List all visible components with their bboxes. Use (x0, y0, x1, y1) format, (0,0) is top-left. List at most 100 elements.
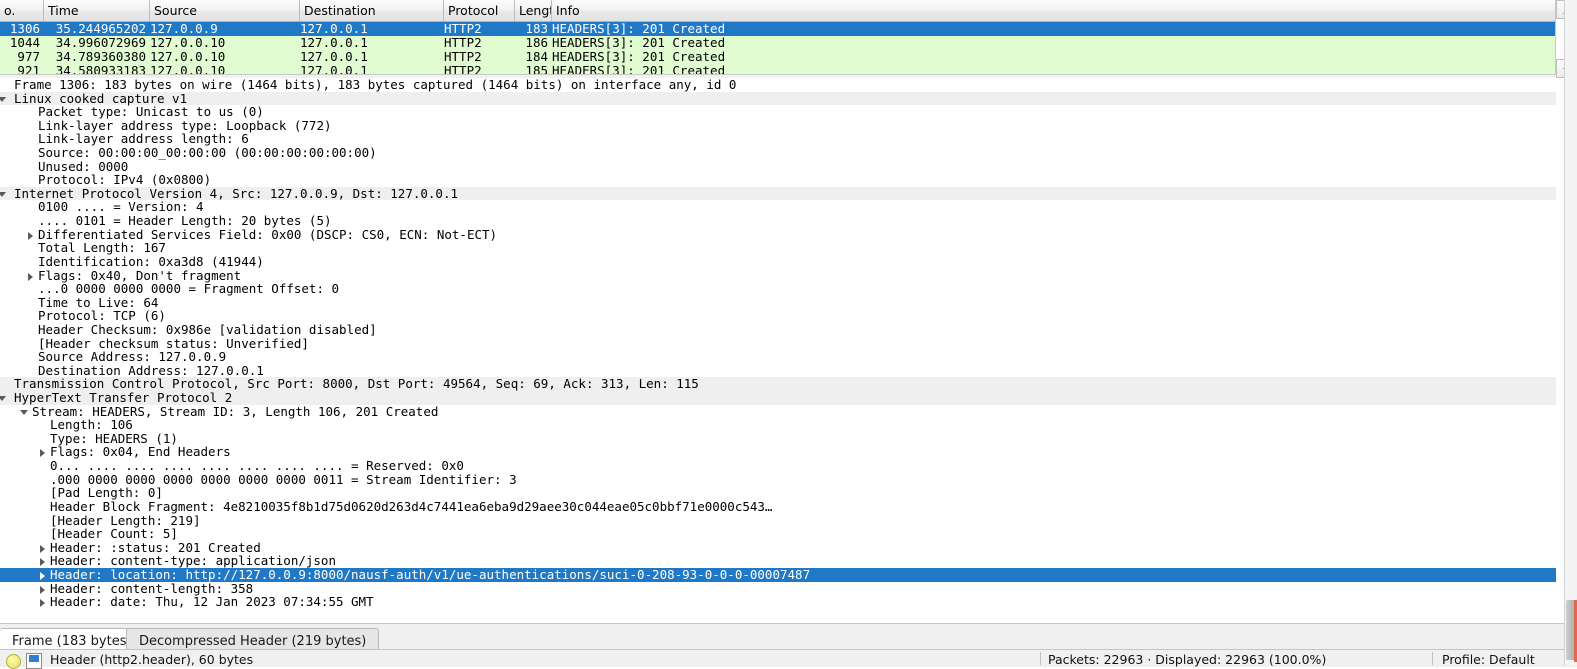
detail-tree-row[interactable]: Header: content-length: 358 (0, 581, 1556, 596)
detail-tree-row-label: .000 0000 0000 0000 0000 0000 0000 0011 … (50, 471, 517, 487)
detail-tree-row-label: Protocol: IPv4 (0x0800) (38, 172, 212, 188)
packet-bytes-tabbar[interactable]: Frame (183 bytes) Decompressed Header (2… (0, 623, 1577, 654)
detail-tree-row[interactable]: Type: HEADERS (1) (0, 432, 1556, 446)
detail-tree-row[interactable]: Source: 00:00:00_00:00:00 (00:00:00:00:0… (0, 146, 1556, 160)
detail-tree-row[interactable]: Destination Address: 127.0.0.1 (0, 364, 1556, 378)
detail-tree-row[interactable]: Header Block Fragment: 4e8210035f8b1d75d… (0, 500, 1556, 514)
detail-tree-row[interactable]: Identification: 0xa3d8 (41944) (0, 255, 1556, 269)
status-separator-2 (1432, 652, 1433, 665)
packet-cell-time: 34.789360380 (55, 50, 146, 64)
packet-cell-no: 1044 (9, 36, 40, 50)
detail-tree-row-label: 0... .... .... .... .... .... .... .... … (50, 458, 464, 474)
detail-tree-row[interactable]: [Header checksum status: Unverified] (0, 336, 1556, 351)
detail-tree-row[interactable]: 0100 .... = Version: 4 (0, 200, 1556, 214)
detail-tree-row[interactable]: Protocol: IPv4 (0x0800) (0, 173, 1556, 187)
expert-info-bulb-icon[interactable] (6, 654, 21, 669)
expand-triangle-icon[interactable] (24, 269, 38, 283)
detail-tree-row-label: [Pad Length: 0] (50, 485, 163, 501)
detail-tree-row[interactable]: Internet Protocol Version 4, Src: 127.0.… (0, 187, 1556, 201)
detail-tree-row[interactable]: Transmission Control Protocol, Src Port:… (0, 377, 1556, 392)
detail-tree-row[interactable]: Flags: 0x04, End Headers (0, 445, 1556, 459)
detail-tree-row[interactable]: Header: location: http://127.0.0.9:8000/… (0, 568, 1556, 582)
packet-cell-no: 1306 (9, 22, 40, 36)
detail-tree-row[interactable]: Differentiated Services Field: 0x00 (DSC… (0, 228, 1556, 242)
collapse-triangle-icon[interactable] (0, 391, 10, 405)
status-separator-1 (1040, 652, 1041, 665)
column-header-no[interactable]: o. (0, 0, 44, 21)
packet-cell-length: 183 (525, 22, 548, 36)
detail-tree-row[interactable]: Link-layer address length: 6 (0, 132, 1556, 146)
detail-tree-row[interactable]: [Pad Length: 0] (0, 486, 1556, 500)
packet-cell-info: HEADERS[3]: 201 Created (552, 36, 726, 50)
detail-tree-row-label: Header: date: Thu, 12 Jan 2023 07:34:55 … (50, 594, 374, 610)
column-header-time[interactable]: Time (44, 0, 150, 21)
detail-tree-row-label: .... 0101 = Header Length: 20 bytes (5) (38, 213, 332, 229)
expand-triangle-icon[interactable] (24, 228, 38, 242)
detail-tree-row[interactable]: Header: date: Thu, 12 Jan 2023 07:34:55 … (0, 595, 1556, 609)
detail-tree-row-label: Type: HEADERS (1) (50, 430, 178, 446)
column-header-info[interactable]: Info (552, 0, 1556, 21)
detail-tree-row-label: Frame 1306: 183 bytes on wire (1464 bits… (14, 78, 737, 92)
expand-triangle-icon[interactable] (36, 582, 50, 596)
detail-tree-row-label: Identification: 0xa3d8 (41944) (38, 253, 264, 269)
detail-tree-row[interactable]: Header: content-type: application/json (0, 554, 1556, 568)
detail-tree-row[interactable]: Linux cooked capture v1 (0, 91, 1556, 106)
detail-tree-row[interactable]: Header Checksum: 0x986e [validation disa… (0, 323, 1556, 337)
expand-triangle-icon[interactable] (36, 595, 50, 609)
column-header-source[interactable]: Source (150, 0, 300, 21)
detail-tree-row[interactable]: 0... .... .... .... .... .... .... .... … (0, 459, 1556, 473)
detail-tree-row[interactable]: .... 0101 = Header Length: 20 bytes (5) (0, 214, 1556, 228)
detail-tree-row[interactable]: Stream: HEADERS, Stream ID: 3, Length 10… (0, 404, 1556, 419)
detail-tree-row[interactable]: Flags: 0x40, Don't fragment (0, 267, 1556, 283)
status-profile-text[interactable]: Profile: Default (1442, 652, 1535, 667)
packet-details-pane[interactable]: Frame 1306: 183 bytes on wire (1464 bits… (0, 78, 1556, 623)
column-header-protocol[interactable]: Protocol (444, 0, 515, 21)
detail-tree-row[interactable]: Time to Live: 64 (0, 296, 1556, 310)
detail-tree-row[interactable]: .000 0000 0000 0000 0000 0000 0000 0011 … (0, 473, 1556, 487)
packet-list-column-header[interactable]: o. Time Source Destination Protocol Leng… (0, 0, 1556, 22)
expand-triangle-icon[interactable] (36, 554, 50, 568)
detail-tree-row[interactable]: HyperText Transfer Protocol 2 (0, 391, 1556, 405)
collapse-triangle-icon[interactable] (18, 405, 32, 419)
capture-file-icon[interactable] (26, 653, 42, 669)
status-bar: Header (http2.header), 60 bytes Packets:… (0, 649, 1577, 669)
detail-tree-row-label: Differentiated Services Field: 0x00 (DSC… (38, 226, 498, 242)
detail-tree-row[interactable]: Unused: 0000 (0, 160, 1556, 174)
detail-tree-row[interactable]: [Header Count: 5] (0, 527, 1556, 541)
packet-row[interactable]: 1044 34.996072969 127.0.0.10 127.0.0.1 HTTP2… (0, 36, 1556, 50)
detail-tree-row-label: [Header Length: 219] (50, 512, 201, 528)
detail-tree-row[interactable]: Length: 106 (0, 418, 1556, 432)
expand-triangle-icon[interactable] (36, 541, 50, 555)
packet-row[interactable]: 1306 35.244965202 127.0.0.9 127.0.0.1 HTTP2 1… (0, 22, 1556, 36)
detail-tree-row[interactable]: ...0 0000 0000 0000 = Fragment Offset: 0 (0, 282, 1556, 296)
collapse-triangle-icon[interactable] (0, 187, 10, 201)
detail-tree-row-label: Flags: 0x40, Don't fragment (38, 267, 242, 283)
detail-tree-row[interactable]: [Header Length: 219] (0, 512, 1556, 528)
packet-cell-destination: 127.0.0.1 (300, 36, 368, 50)
detail-tree-row-label: [Header Count: 5] (50, 526, 178, 542)
packet-list-pane[interactable]: o. Time Source Destination Protocol Leng… (0, 0, 1577, 78)
detail-tree-row[interactable]: Frame 1306: 183 bytes on wire (1464 bits… (0, 78, 1556, 92)
detail-tree-row[interactable]: Total Length: 167 (0, 241, 1556, 255)
collapse-triangle-icon[interactable] (0, 92, 10, 106)
packet-cell-time: 34.996072969 (55, 36, 146, 50)
detail-tree-row-label: Unused: 0000 (38, 158, 129, 174)
detail-tree-row-label: Source Address: 127.0.0.9 (38, 349, 227, 365)
detail-tree-row-label: Link-layer address length: 6 (38, 131, 249, 147)
detail-tree-row-label: Protocol: TCP (6) (38, 308, 166, 324)
detail-tree-row[interactable]: Source Address: 127.0.0.9 (0, 350, 1556, 364)
expand-triangle-icon[interactable] (36, 445, 50, 459)
wireshark-window: o. Time Source Destination Protocol Leng… (0, 0, 1577, 669)
packet-row[interactable]: 977 34.789360380 127.0.0.10 127.0.0.1 HTTP2 1… (0, 50, 1556, 64)
detail-tree-row[interactable]: Protocol: TCP (6) (0, 309, 1556, 323)
expand-triangle-icon[interactable] (36, 568, 50, 582)
detail-tree-row[interactable]: Link-layer address type: Loopback (772) (0, 119, 1556, 133)
detail-tree-row[interactable]: Header: :status: 201 Created (0, 541, 1556, 555)
packet-cell-protocol: HTTP2 (444, 36, 482, 50)
detail-tree-row[interactable]: Packet type: Unicast to us (0) (0, 105, 1556, 119)
packet-cell-source: 127.0.0.9 (150, 22, 218, 36)
window-scrollbar[interactable] (1564, 0, 1577, 666)
packet-cell-source: 127.0.0.10 (150, 50, 226, 64)
column-header-destination[interactable]: Destination (300, 0, 444, 21)
column-header-length[interactable]: Lengtł (515, 0, 552, 21)
